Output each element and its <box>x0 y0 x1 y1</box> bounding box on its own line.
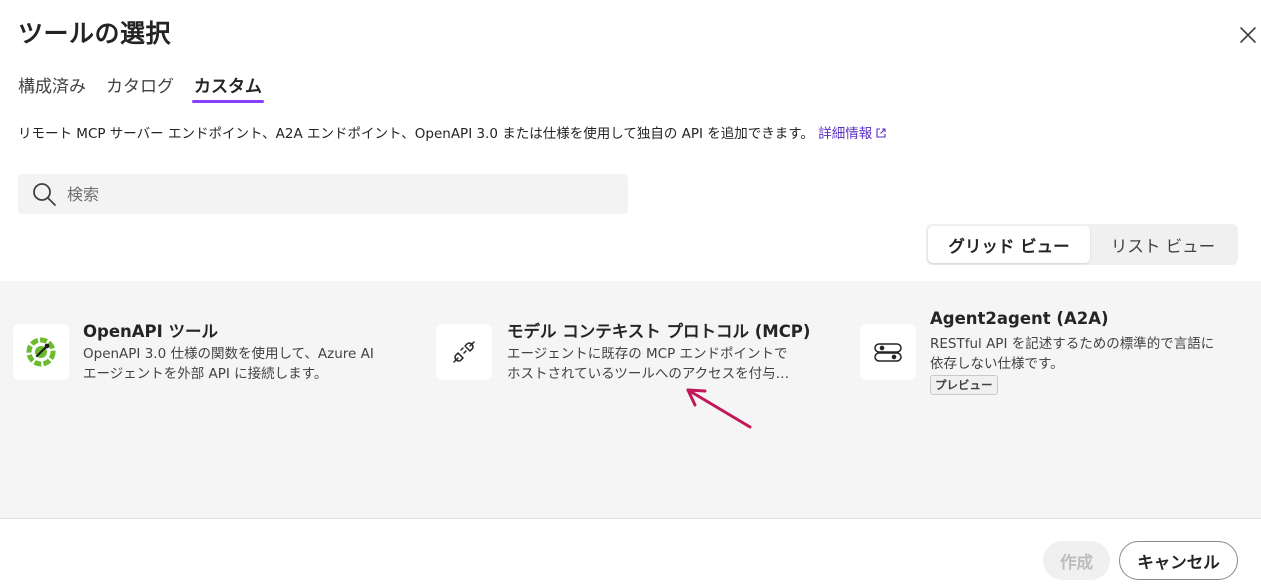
list-view-button[interactable]: リスト ビュー <box>1090 226 1236 263</box>
preview-badge: プレビュー <box>930 375 998 395</box>
tab-catalog[interactable]: カタログ <box>106 70 174 104</box>
close-icon <box>1240 27 1256 43</box>
tool-card-openapi[interactable]: OpenAPI ツール OpenAPI 3.0 仕様の関数を使用して、Azure… <box>0 281 420 401</box>
description-text: リモート MCP サーバー エンドポイント、A2A エンドポイント、OpenAP… <box>18 126 814 142</box>
search-input[interactable] <box>67 184 607 204</box>
plug-icon <box>453 341 475 363</box>
description: リモート MCP サーバー エンドポイント、A2A エンドポイント、OpenAP… <box>18 122 887 142</box>
tab-list: 構成済み カタログ カスタム <box>18 70 282 104</box>
tool-cards-area: OpenAPI ツール OpenAPI 3.0 仕様の関数を使用して、Azure… <box>0 281 1261 519</box>
close-button[interactable] <box>1236 23 1260 47</box>
cancel-button[interactable]: キャンセル <box>1119 541 1238 580</box>
search-icon <box>33 183 56 206</box>
search-box <box>18 174 628 214</box>
tab-configured[interactable]: 構成済み <box>18 70 86 104</box>
card-description: OpenAPI 3.0 仕様の関数を使用して、Azure AI エージェントを外… <box>83 346 374 382</box>
create-button[interactable]: 作成 <box>1043 541 1110 580</box>
card-icon-box <box>860 324 916 380</box>
card-icon-box <box>436 324 492 380</box>
tool-card-mcp[interactable]: モデル コンテキスト プロトコル (MCP) エージェントに既存の MCP エン… <box>424 281 844 401</box>
card-title: OpenAPI ツール <box>83 322 219 341</box>
dialog-title: ツールの選択 <box>18 19 172 48</box>
agent-link-icon <box>874 343 902 362</box>
tool-card-a2a[interactable]: Agent2agent (A2A) RESTful API を記述するための標準… <box>848 281 1261 401</box>
grid-view-button[interactable]: グリッド ビュー <box>928 226 1090 263</box>
card-title: Agent2agent (A2A) <box>930 309 1109 328</box>
learn-more-link[interactable]: 詳細情報 <box>818 126 887 142</box>
card-description: RESTful API を記述するための標準的で言語に 依存しない仕様です。 <box>930 336 1215 372</box>
card-description: エージェントに既存の MCP エンドポイントで ホストされているツールへのアクセ… <box>507 346 790 382</box>
annotation-arrow-icon <box>686 388 752 429</box>
openapi-icon <box>26 337 56 367</box>
card-title: モデル コンテキスト プロトコル (MCP) <box>507 322 811 341</box>
external-link-icon <box>876 128 886 138</box>
card-icon-box <box>13 324 69 380</box>
tab-custom[interactable]: カスタム <box>192 70 264 104</box>
view-toggle: グリッド ビュー リスト ビュー <box>926 224 1238 265</box>
